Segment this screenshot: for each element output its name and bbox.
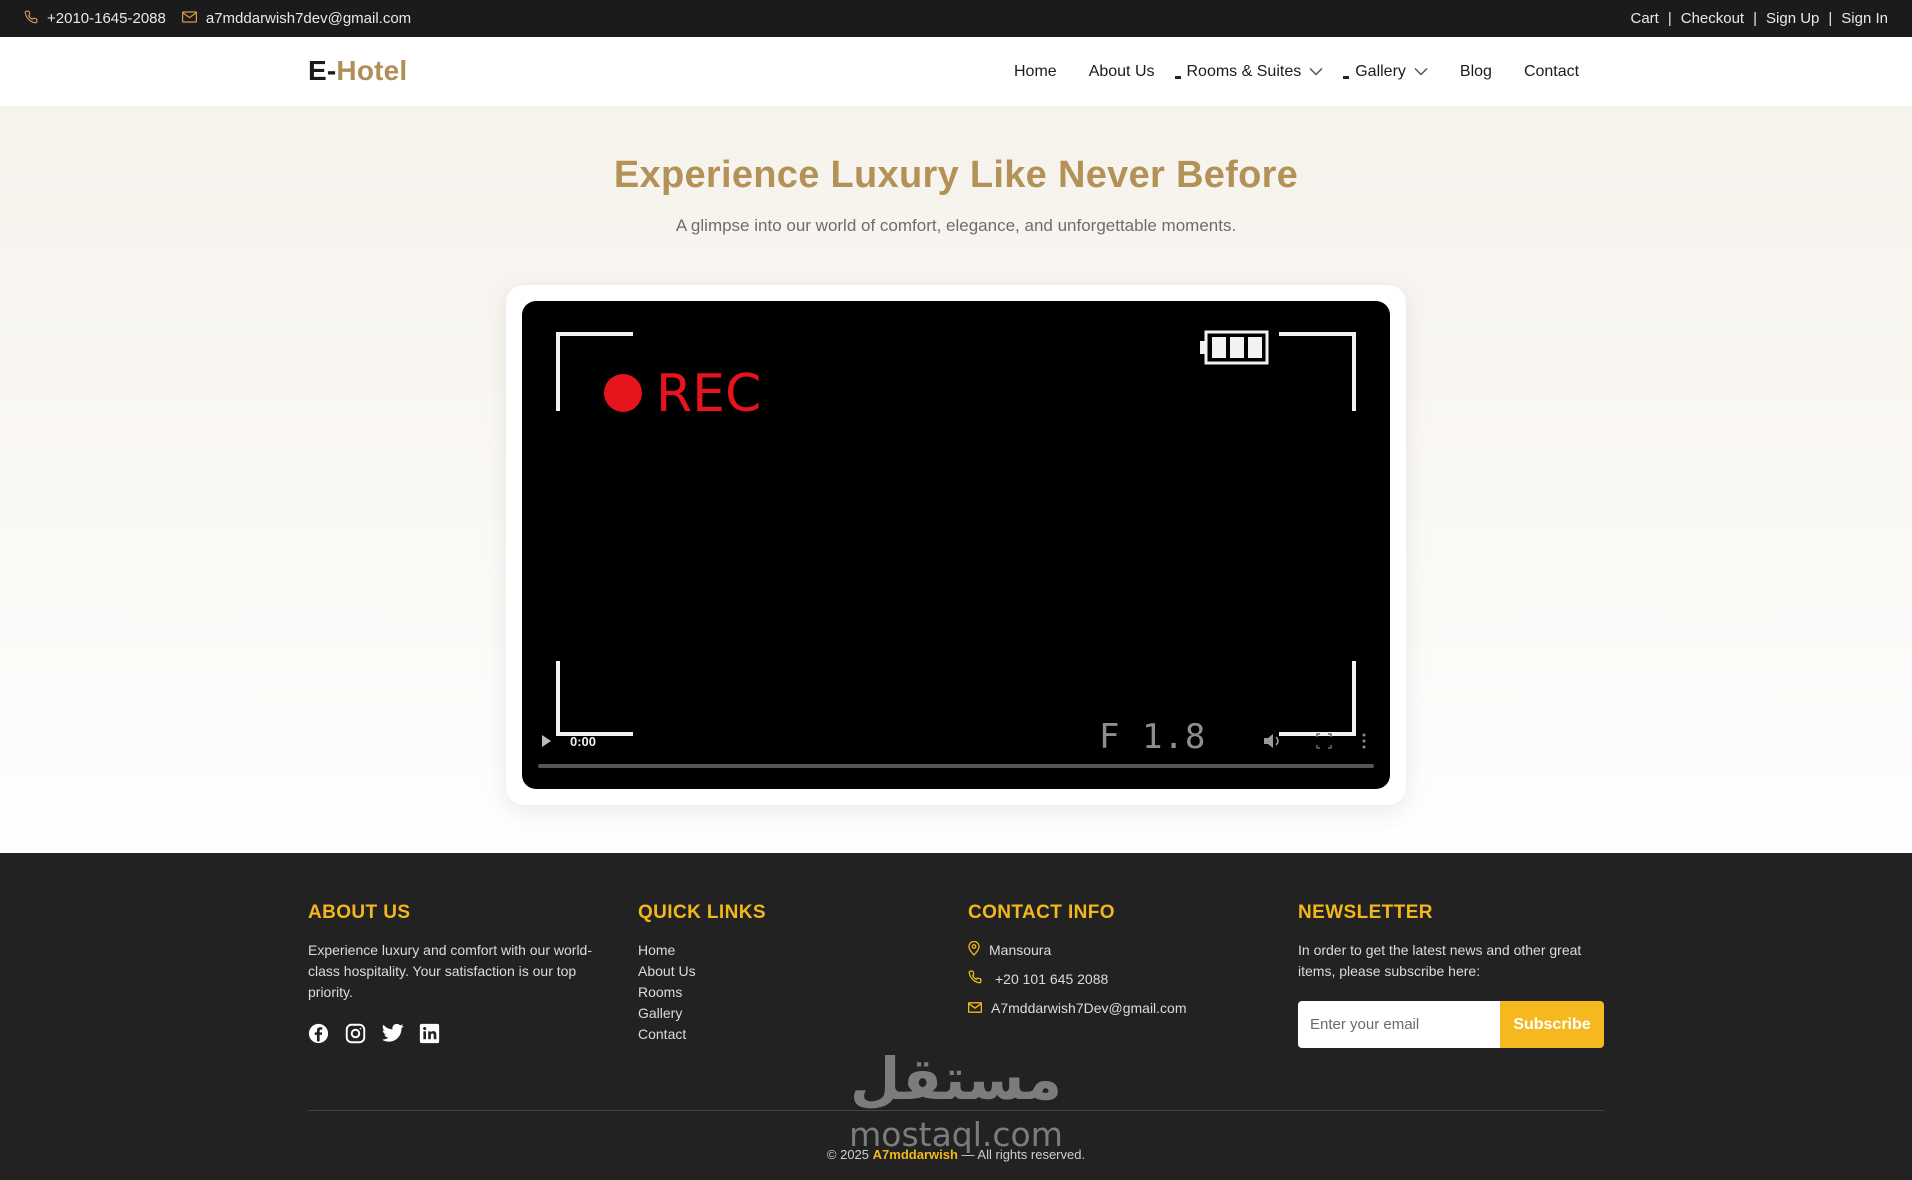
newsletter-text: In order to get the latest news and othe… [1298,942,1582,979]
footer-about-text: Experience luxury and comfort with our w… [308,942,593,1000]
nav-item-label: Blog [1459,62,1492,80]
nav-item-about-us[interactable]: About Us [1089,63,1155,81]
nav-menu: Home About Us Rooms & Suites Gallery Blo… [1014,37,1579,106]
separator: | [1753,10,1758,27]
instagram-icon[interactable] [345,1023,366,1044]
nav-item-contact[interactable]: Contact [1524,63,1579,81]
watermark-arabic-text: مستقل [850,1045,1062,1113]
footer-newsletter: NEWSLETTER In order to get the latest ne… [1298,902,1604,1048]
chevron-down-icon [1414,63,1428,81]
video-progress-bar[interactable] [538,764,1374,768]
nav-item-label: Gallery [1355,62,1406,80]
top-bar-phone[interactable]: +2010-1645-2088 [24,10,166,28]
nav-item-label: Contact [1523,62,1580,80]
nav-item-label: About Us [1088,62,1155,80]
mostaql-watermark-logo: مستقل mostaql.com [849,1045,1063,1154]
top-bar-account-links: Cart | Checkout | Sign Up | Sign In [1630,0,1888,37]
linkedin-icon[interactable] [419,1023,440,1044]
top-bar: +2010-1645-2088 a7mddarwish7dev@gmail.co… [0,0,1912,37]
top-bar-email[interactable]: a7mddarwish7dev@gmail.com [181,10,412,27]
contact-phone-text: +20 101 645 2088 [995,970,1109,987]
site-footer: ABOUT US Experience luxury and comfort w… [0,853,1912,1180]
contact-location-text: Mansoura [989,941,1052,958]
sign-in-link[interactable]: Sign In [1841,10,1888,27]
top-bar-phone-text: +2010-1645-2088 [47,10,166,27]
logo-prefix: E- [308,55,337,86]
location-pin-icon [968,940,980,959]
footer-newsletter-heading: NEWSLETTER [1298,902,1433,923]
contact-phone[interactable]: +20 101 645 2088 [968,964,1238,993]
hero-title: Experience Luxury Like Never Before [613,154,1299,196]
mail-icon [181,10,197,27]
checkout-link[interactable]: Checkout [1681,10,1744,27]
copyright-suffix: — All rights reserved. [961,1147,1086,1162]
logo-name: Hotel [336,55,408,86]
quick-link-about-us[interactable]: About Us [638,961,888,982]
phone-icon [24,10,38,28]
play-icon[interactable] [542,735,551,747]
nav-item-home[interactable]: Home [1014,63,1057,81]
newsletter-email-input[interactable] [1298,1001,1500,1048]
newsletter-form: Subscribe [1298,1001,1604,1048]
footer-about: ABOUT US Experience luxury and comfort w… [308,902,608,1044]
record-dot-icon [604,374,642,412]
video-time: 0:00 [570,734,597,749]
mail-icon [967,1000,983,1016]
fullscreen-icon[interactable] [1316,733,1332,749]
sign-up-link[interactable]: Sign Up [1766,10,1819,27]
camera-viewfinder-frame [538,330,1374,768]
main-navbar: E-Hotel Home About Us Rooms & Suites Gal… [0,37,1912,106]
quick-links-list: Home About Us Rooms Gallery Contact [638,940,888,1045]
site-logo[interactable]: E-Hotel [308,55,407,87]
copyright-brand-link[interactable]: A7mddarwish [873,1147,958,1162]
cart-link[interactable]: Cart [1630,10,1658,27]
contact-list: Mansoura +20 101 645 2088 A7mddarwish7De… [967,935,1238,1022]
video-card: REC F 1.8 0:00 [506,285,1406,805]
footer-divider [308,1110,1604,1111]
dropdown-marker [1343,75,1350,79]
dropdown-marker [1174,75,1181,79]
quick-link-rooms[interactable]: Rooms [638,982,888,1003]
facebook-icon[interactable] [308,1023,329,1044]
footer-quick-links: QUICK LINKS Home About Us Rooms Gallery … [638,902,888,1045]
video-player[interactable]: REC F 1.8 0:00 [522,301,1390,789]
copyright-text: © 2025 A7mddarwish — All rights reserved… [0,1147,1912,1162]
top-bar-contact: +2010-1645-2088 a7mddarwish7dev@gmail.co… [24,0,411,37]
contact-email-text: A7mddarwish7Dev@gmail.com [991,999,1187,1016]
twitter-icon[interactable] [382,1023,404,1044]
video-hero-section: Experience Luxury Like Never Before A gl… [0,106,1912,853]
chevron-down-icon [1309,63,1323,81]
contact-location: Mansoura [968,935,1238,964]
quick-link-contact[interactable]: Contact [638,1024,888,1045]
aperture-label: F 1.8 [1099,717,1207,757]
footer-quick-links-heading: QUICK LINKS [638,902,766,923]
quick-link-home[interactable]: Home [638,940,888,961]
copyright-prefix: © 2025 [826,1147,870,1162]
separator: | [1828,10,1833,27]
volume-icon[interactable] [1264,734,1279,748]
footer-contact-info: CONTACT INFO Mansoura +20 101 645 2088 A… [967,902,1238,1022]
hero-subtitle: A glimpse into our world of comfort, ele… [675,216,1237,235]
phone-icon [968,970,982,987]
more-options-icon[interactable] [1362,733,1366,749]
rec-label: REC [656,364,762,424]
nav-item-rooms-suites[interactable]: Rooms & Suites [1174,62,1324,81]
nav-item-gallery[interactable]: Gallery [1343,62,1428,81]
footer-contact-heading: CONTACT INFO [968,902,1115,923]
subscribe-button[interactable]: Subscribe [1500,1001,1604,1048]
nav-item-blog[interactable]: Blog [1460,63,1492,81]
battery-icon [1200,330,1269,365]
nav-item-label: Home [1014,62,1057,80]
separator: | [1667,10,1672,27]
top-bar-email-text: a7mddarwish7dev@gmail.com [205,10,412,27]
contact-email[interactable]: A7mddarwish7Dev@gmail.com [967,993,1238,1022]
quick-link-gallery[interactable]: Gallery [638,1003,888,1024]
social-links [308,1023,608,1044]
footer-about-heading: ABOUT US [308,902,411,923]
nav-item-label: Rooms & Suites [1186,62,1302,80]
